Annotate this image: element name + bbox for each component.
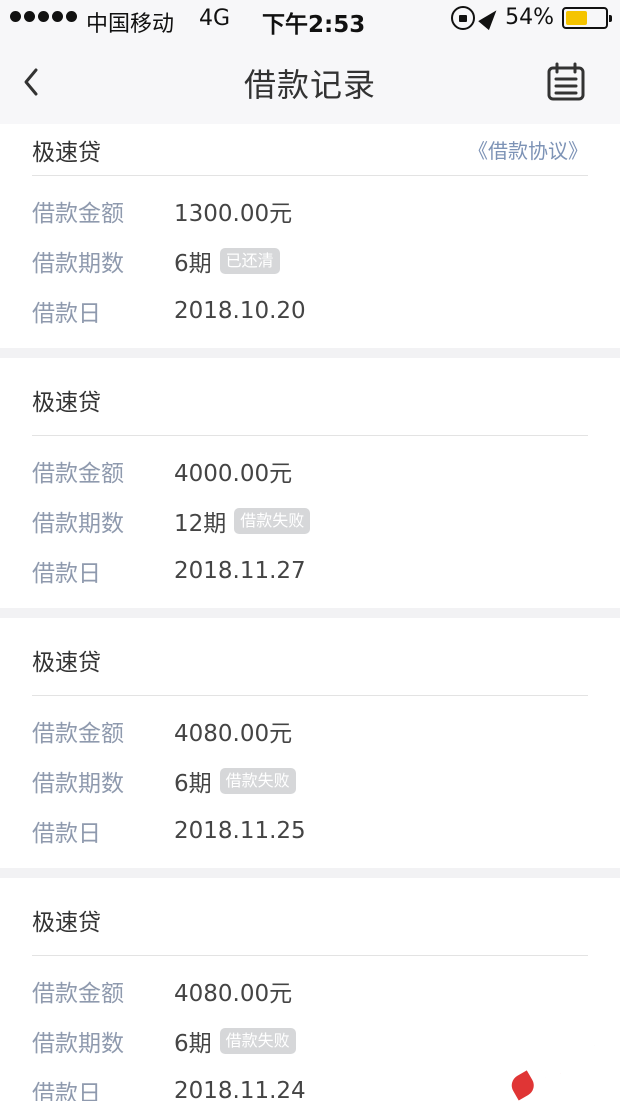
date-value: 2018.11.27 <box>174 558 306 584</box>
date-value: 2018.10.20 <box>174 298 306 324</box>
amount-label: 借款金额 <box>32 721 124 747</box>
periods-value: 6期 <box>174 771 212 797</box>
loan-agreement-link[interactable]: 《借款协议》 <box>468 135 588 164</box>
loan-record-card[interactable]: 极速贷 借款金额 4080.00元 借款期数 6期 借款失败 借款日 2018.… <box>0 618 620 868</box>
date-value: 2018.11.25 <box>174 818 306 844</box>
amount-value: 4000.00元 <box>174 461 293 487</box>
date-label: 借款日 <box>32 821 101 847</box>
date-label: 借款日 <box>32 1081 101 1101</box>
date-row: 借款日 2018.11.27 <box>32 546 588 596</box>
periods-row: 借款期数 6期 已还清 <box>32 236 588 286</box>
date-label: 借款日 <box>32 301 101 327</box>
location-arrow-icon <box>478 5 502 30</box>
signal-strength-icon <box>10 11 77 22</box>
status-badge: 借款失败 <box>219 1028 296 1054</box>
periods-label: 借款期数 <box>32 771 124 797</box>
product-name: 极速贷 <box>32 389 101 416</box>
periods-value: 12期 <box>174 511 227 537</box>
card-header: 极速贷 <box>32 358 588 436</box>
product-name: 极速贷 <box>32 139 101 166</box>
date-row: 借款日 2018.11.24 <box>32 1066 588 1101</box>
status-bar: 中国移动 4G 下午2:53 54% <box>0 0 620 40</box>
card-header: 极速贷 <box>32 878 588 956</box>
amount-value: 1300.00元 <box>174 201 293 227</box>
product-name: 极速贷 <box>32 649 101 676</box>
periods-label: 借款期数 <box>32 251 124 277</box>
amount-row: 借款金额 4000.00元 <box>32 446 588 496</box>
calendar-list-icon[interactable] <box>546 62 586 102</box>
status-badge: 借款失败 <box>219 768 296 794</box>
carrier-name: 中国移动 <box>86 12 175 37</box>
status-badge: 已还清 <box>219 248 280 274</box>
amount-label: 借款金额 <box>32 981 124 1007</box>
loan-record-card[interactable]: 极速贷 借款金额 4000.00元 借款期数 12期 借款失败 借款日 2018… <box>0 358 620 608</box>
date-value: 2018.11.24 <box>174 1078 306 1101</box>
periods-label: 借款期数 <box>32 1031 124 1057</box>
network-type: 4G <box>199 6 231 31</box>
product-name: 极速贷 <box>32 909 101 936</box>
date-label: 借款日 <box>32 561 101 587</box>
nav-bar: 借款记录 <box>0 40 620 124</box>
battery-icon <box>562 6 612 29</box>
periods-label: 借款期数 <box>32 511 124 537</box>
amount-row: 借款金额 4080.00元 <box>32 706 588 756</box>
amount-value: 4080.00元 <box>174 721 293 747</box>
page-title: 借款记录 <box>243 66 376 104</box>
date-row: 借款日 2018.10.20 <box>32 286 588 336</box>
loan-record-card[interactable]: 极速贷 《借款协议》 借款金额 1300.00元 借款期数 6期 已还清 借款日… <box>0 124 620 348</box>
periods-value: 6期 <box>174 251 212 277</box>
card-header: 极速贷 《借款协议》 <box>32 124 588 176</box>
battery-percent: 54% <box>505 5 554 30</box>
status-time: 下午2:53 <box>262 12 366 38</box>
periods-value: 6期 <box>174 1031 212 1057</box>
periods-row: 借款期数 6期 借款失败 <box>32 756 588 806</box>
card-header: 极速贷 <box>32 618 588 696</box>
amount-label: 借款金额 <box>32 201 124 227</box>
date-row: 借款日 2018.11.25 <box>32 806 588 856</box>
loan-record-list: 极速贷 《借款协议》 借款金额 1300.00元 借款期数 6期 已还清 借款日… <box>0 124 620 1101</box>
periods-row: 借款期数 6期 借款失败 <box>32 1016 588 1066</box>
rotation-lock-icon <box>451 5 476 30</box>
status-indicators: 54% <box>451 5 612 30</box>
status-badge: 借款失败 <box>234 508 311 534</box>
amount-label: 借款金额 <box>32 461 124 487</box>
amount-row: 借款金额 4080.00元 <box>32 966 588 1016</box>
amount-row: 借款金额 1300.00元 <box>32 186 588 236</box>
periods-row: 借款期数 12期 借款失败 <box>32 496 588 546</box>
amount-value: 4080.00元 <box>174 981 293 1007</box>
battery-level <box>566 10 587 25</box>
